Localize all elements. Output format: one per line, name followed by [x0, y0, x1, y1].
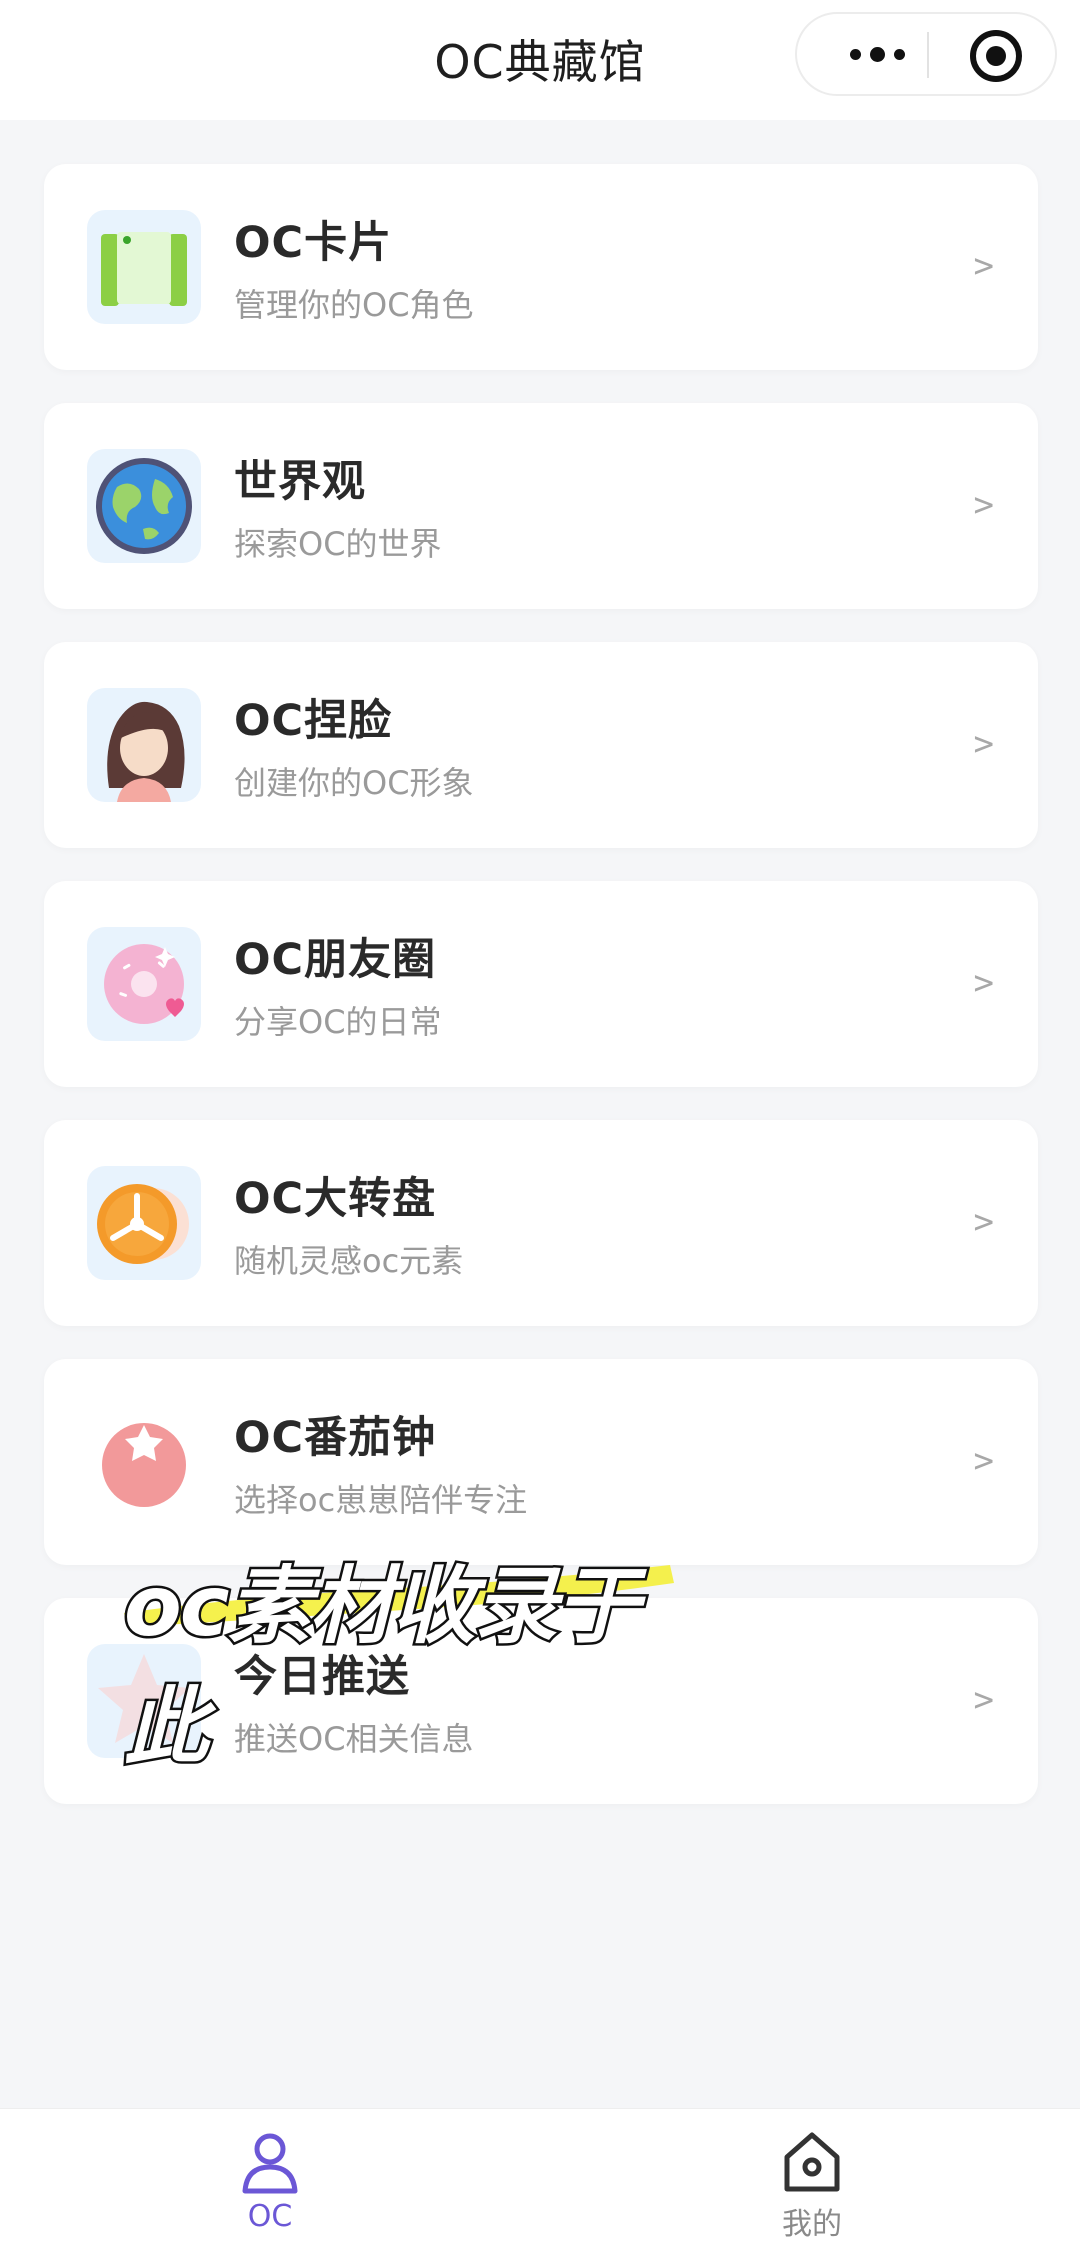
card-subtitle: 管理你的OC角色 [234, 286, 474, 324]
menu-card-moments[interactable]: OC朋友圈 分享OC的日常 > [44, 881, 1038, 1087]
chevron-right-icon: > [973, 1441, 994, 1481]
card-title: OC大转盘 [234, 1174, 437, 1224]
menu-card-oc-card[interactable]: OC卡片 管理你的OC角色 > [44, 164, 1038, 370]
capsule-divider [927, 32, 929, 78]
chevron-right-icon: > [973, 485, 994, 525]
chevron-right-icon: > [973, 963, 994, 1003]
globe-icon [87, 449, 201, 563]
card-subtitle: 探索OC的世界 [234, 525, 442, 563]
more-icon[interactable] [827, 36, 927, 72]
wheel-icon [87, 1166, 201, 1280]
menu-card-face-maker[interactable]: OC捏脸 创建你的OC形象 > [44, 642, 1038, 848]
tab-label: OC [247, 2199, 293, 2234]
chevron-right-icon: > [973, 1202, 994, 1242]
card-subtitle: 创建你的OC形象 [234, 764, 474, 802]
chevron-right-icon: > [973, 1680, 994, 1720]
donut-icon [87, 927, 201, 1041]
card-title: 世界观 [234, 457, 366, 507]
tab-label: 我的 [782, 2207, 842, 2242]
card-subtitle: 分享OC的日常 [234, 1003, 442, 1041]
girl-avatar-icon [87, 688, 201, 802]
mini-program-capsule [795, 12, 1057, 96]
card-subtitle: 随机灵感oc元素 [234, 1242, 464, 1280]
book-icon [87, 210, 201, 324]
overlay-caption-text: oc素材收录于此 [122, 1555, 643, 1779]
menu-card-worldview[interactable]: 世界观 探索OC的世界 > [44, 403, 1038, 609]
tab-oc[interactable]: OC [200, 2129, 340, 2234]
card-title: OC捏脸 [234, 696, 393, 746]
tab-mine[interactable]: 我的 [742, 2129, 882, 2243]
tomato-icon [87, 1405, 201, 1519]
card-subtitle: 选择oc崽崽陪伴专注 [234, 1481, 528, 1519]
home-icon [784, 2132, 840, 2192]
bottom-tab-bar: OC 我的 [0, 2108, 1080, 2252]
card-title: OC卡片 [234, 218, 393, 268]
card-title: OC朋友圈 [234, 935, 437, 985]
person-icon [242, 2133, 298, 2194]
menu-card-wheel[interactable]: OC大转盘 随机灵感oc元素 > [44, 1120, 1038, 1326]
close-target-icon[interactable] [970, 30, 1022, 82]
chevron-right-icon: > [973, 246, 994, 286]
video-caption-overlay: oc素材收录于此 [118, 1535, 718, 1779]
chevron-right-icon: > [973, 724, 994, 764]
top-bar: OC典藏馆 [0, 0, 1080, 120]
card-title: OC番茄钟 [234, 1413, 437, 1463]
